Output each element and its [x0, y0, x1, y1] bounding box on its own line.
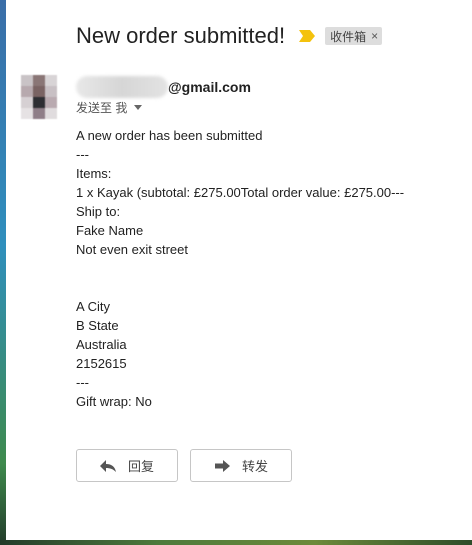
- body-line: B State: [76, 318, 119, 333]
- body-line: [76, 259, 456, 278]
- body-line: 2152615: [76, 356, 127, 371]
- body-line: Not even exit street: [76, 242, 188, 257]
- body-line: Fake Name: [76, 223, 144, 238]
- body-line: Items:: [76, 166, 112, 181]
- reply-button-label: 回复: [127, 459, 154, 474]
- sender-row: @gmail.com: [76, 76, 251, 98]
- body-line: Ship to:: [76, 204, 121, 219]
- forward-arrow-icon: [214, 459, 230, 472]
- inbox-label-chip[interactable]: 收件箱 ×: [325, 27, 383, 45]
- importance-marker-icon[interactable]: [299, 30, 316, 42]
- sender-name-redacted: [76, 76, 168, 98]
- body-line: Gift wrap: No: [76, 394, 152, 409]
- body-line: A City: [76, 299, 110, 314]
- body-line: A new order has been submitted: [76, 128, 263, 143]
- remove-label-icon[interactable]: ×: [371, 29, 378, 43]
- email-view: New order submitted! 收件箱 × @gmail.com 发送…: [6, 0, 472, 540]
- sender-email: @gmail.com: [168, 79, 251, 95]
- forward-button-label: 转发: [241, 459, 268, 474]
- recipient-text: 发送至 我: [76, 100, 128, 115]
- inbox-label-text: 收件箱: [330, 29, 367, 44]
- recipient-row: 发送至 我: [76, 98, 143, 116]
- desktop-background-bottom: [0, 540, 472, 545]
- forward-button[interactable]: 转发: [190, 449, 292, 482]
- email-body: A new order has been submitted --- Items…: [76, 126, 456, 411]
- body-line: ---: [76, 375, 89, 390]
- avatar: [21, 75, 57, 119]
- chevron-down-icon[interactable]: [134, 104, 143, 110]
- reply-arrow-icon: [99, 459, 116, 472]
- email-subject: New order submitted!: [76, 23, 286, 48]
- subject-row: New order submitted! 收件箱 ×: [76, 20, 383, 52]
- body-line: 1 x Kayak (subtotal: £275.00Total order …: [76, 185, 405, 200]
- body-line: Australia: [76, 337, 127, 352]
- body-line: ---: [76, 147, 89, 162]
- action-buttons: 回复 转发: [76, 449, 292, 482]
- body-line: [76, 278, 456, 297]
- reply-button[interactable]: 回复: [76, 449, 178, 482]
